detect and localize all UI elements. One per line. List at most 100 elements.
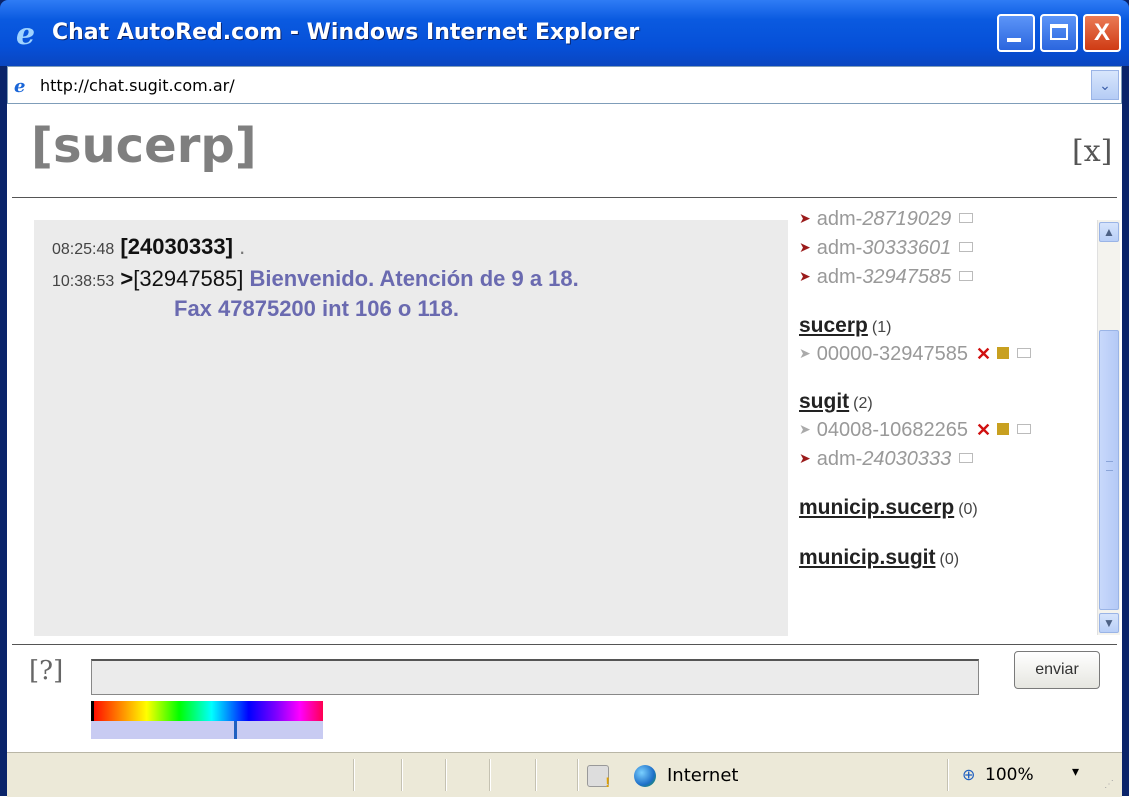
group-count: (2): [853, 395, 873, 412]
user-name-prefix: adm-: [816, 237, 863, 259]
group-name[interactable]: municip.sucerp: [799, 496, 954, 519]
book-icon[interactable]: [959, 213, 974, 223]
message-time: 08:25:48: [52, 241, 115, 258]
browser-window: e Chat AutoRed.com - Windows Internet Ex…: [0, 0, 1129, 797]
group-count: (0): [939, 551, 960, 568]
title-bar[interactable]: e Chat AutoRed.com - Windows Internet Ex…: [0, 0, 1129, 66]
scrollbar-thumb[interactable]: [1099, 330, 1119, 610]
globe-icon: [634, 765, 656, 787]
book-icon[interactable]: [1017, 348, 1032, 358]
chevron-down-icon: ▼: [1103, 616, 1115, 630]
send-button[interactable]: enviar: [1014, 651, 1100, 689]
ie-logo-icon: e: [16, 17, 36, 52]
book-icon[interactable]: [959, 453, 974, 463]
shade-marker[interactable]: [234, 721, 237, 739]
color-palette[interactable]: [91, 701, 323, 721]
group-name[interactable]: sugit: [799, 390, 849, 413]
maximize-icon: [1050, 24, 1068, 40]
user-item[interactable]: ➤ 00000-32947585 ✕: [799, 343, 1032, 366]
message-input[interactable]: [91, 659, 979, 695]
status-divider: [445, 759, 447, 791]
close-icon[interactable]: ✕: [976, 344, 991, 364]
edit-icon[interactable]: [997, 423, 1010, 435]
user-name-id: 28719029: [862, 210, 952, 230]
message-user[interactable]: [24030333]: [120, 234, 233, 259]
page-content: [sucerp] [x] 08:25:48 [24030333] . 10:38…: [7, 104, 1122, 752]
group-sugit[interactable]: sugit (2): [799, 390, 873, 414]
user-name-prefix: adm-: [816, 448, 863, 470]
color-marker[interactable]: [91, 701, 94, 721]
user-status-icon: ➤: [799, 450, 811, 466]
book-icon[interactable]: [1017, 424, 1032, 434]
chat-message-continuation: Fax 47875200 int 106 o 118.: [174, 296, 459, 322]
user-list-scrollbar[interactable]: ▲ ▼: [1097, 220, 1120, 635]
group-municip-sucerp[interactable]: municip.sucerp (0): [799, 496, 978, 520]
address-dropdown-button[interactable]: ⌄: [1091, 70, 1119, 100]
status-divider: [401, 759, 403, 791]
user-name-id: 24030333: [862, 448, 952, 470]
user-status-icon: ➤: [799, 239, 811, 255]
user-item[interactable]: ➤ adm-32947585: [799, 266, 974, 289]
page-icon: e: [14, 76, 26, 97]
zoom-level[interactable]: 100%: [985, 765, 1034, 785]
user-status-icon: ➤: [799, 210, 811, 226]
security-warning-icon[interactable]: [587, 765, 610, 790]
book-icon[interactable]: [959, 271, 974, 281]
message-prefix: >: [120, 266, 134, 291]
zone-label: Internet: [667, 765, 739, 786]
close-room-link[interactable]: [x]: [1072, 134, 1112, 169]
address-url[interactable]: http://chat.sugit.com.ar/: [40, 76, 235, 95]
resize-grip-icon[interactable]: ⋰: [1104, 779, 1118, 793]
minimize-button[interactable]: [997, 14, 1035, 52]
shade-slider[interactable]: [91, 721, 323, 739]
status-bar: Internet ⊕ 100% ▾ ⋰: [7, 752, 1122, 797]
room-title: [sucerp]: [31, 118, 257, 174]
user-name: 04008-10682265: [816, 419, 968, 441]
user-name-prefix: adm-: [816, 210, 863, 230]
zoom-icon[interactable]: ⊕: [962, 765, 975, 785]
group-count: (1): [871, 319, 892, 336]
user-item[interactable]: ➤ adm-30333601: [799, 237, 974, 260]
minimize-icon: [1007, 38, 1021, 42]
status-divider: [577, 759, 579, 791]
divider: [12, 644, 1117, 645]
group-municip-sugit[interactable]: municip.sugit (0): [799, 546, 959, 570]
user-name-id: 30333601: [862, 237, 952, 259]
message-text: Fax 47875200 int 106 o 118.: [174, 296, 459, 321]
user-name-id: 32947585: [862, 266, 952, 288]
chevron-up-icon: ▲: [1103, 225, 1115, 239]
status-divider: [489, 759, 491, 791]
user-name-prefix: adm-: [816, 266, 863, 288]
book-icon[interactable]: [959, 242, 974, 252]
window-title: Chat AutoRed.com - Windows Internet Expl…: [52, 20, 640, 45]
status-divider: [353, 759, 355, 791]
help-link[interactable]: [?]: [29, 656, 63, 686]
message-text: .: [239, 234, 246, 259]
group-sucerp[interactable]: sucerp (1): [799, 314, 891, 338]
maximize-button[interactable]: [1040, 14, 1078, 52]
scroll-down-button[interactable]: ▼: [1099, 613, 1119, 633]
user-item[interactable]: ➤ 04008-10682265 ✕: [799, 419, 1032, 442]
chevron-down-icon: ⌄: [1099, 77, 1111, 93]
user-item[interactable]: ➤ adm-24030333: [799, 448, 974, 471]
close-window-button[interactable]: X: [1083, 14, 1121, 52]
close-icon[interactable]: ✕: [976, 420, 991, 440]
scroll-up-button[interactable]: ▲: [1099, 222, 1119, 242]
divider: [12, 197, 1117, 198]
group-name[interactable]: municip.sugit: [799, 546, 936, 569]
chat-message: 10:38:53 >[32947585] Bienvenido. Atenció…: [52, 266, 579, 292]
zoom-dropdown-icon[interactable]: ▾: [1072, 763, 1079, 780]
user-list: ➤ adm-28719029 ➤ adm-30333601 ➤ adm-3294758…: [789, 210, 1095, 640]
grip-icon: [1106, 461, 1113, 471]
edit-icon[interactable]: [997, 347, 1010, 359]
address-bar[interactable]: e http://chat.sugit.com.ar/ ⌄: [7, 66, 1122, 104]
group-name[interactable]: sucerp: [799, 314, 868, 337]
chat-message: 08:25:48 [24030333] .: [52, 234, 245, 260]
message-user[interactable]: [32947585]: [133, 266, 243, 291]
status-divider: [535, 759, 537, 791]
message-time: 10:38:53: [52, 273, 115, 290]
user-name: 00000-32947585: [816, 343, 968, 365]
user-item[interactable]: ➤ adm-28719029: [799, 210, 974, 231]
status-divider: [947, 759, 949, 791]
user-status-icon: ➤: [799, 421, 811, 437]
